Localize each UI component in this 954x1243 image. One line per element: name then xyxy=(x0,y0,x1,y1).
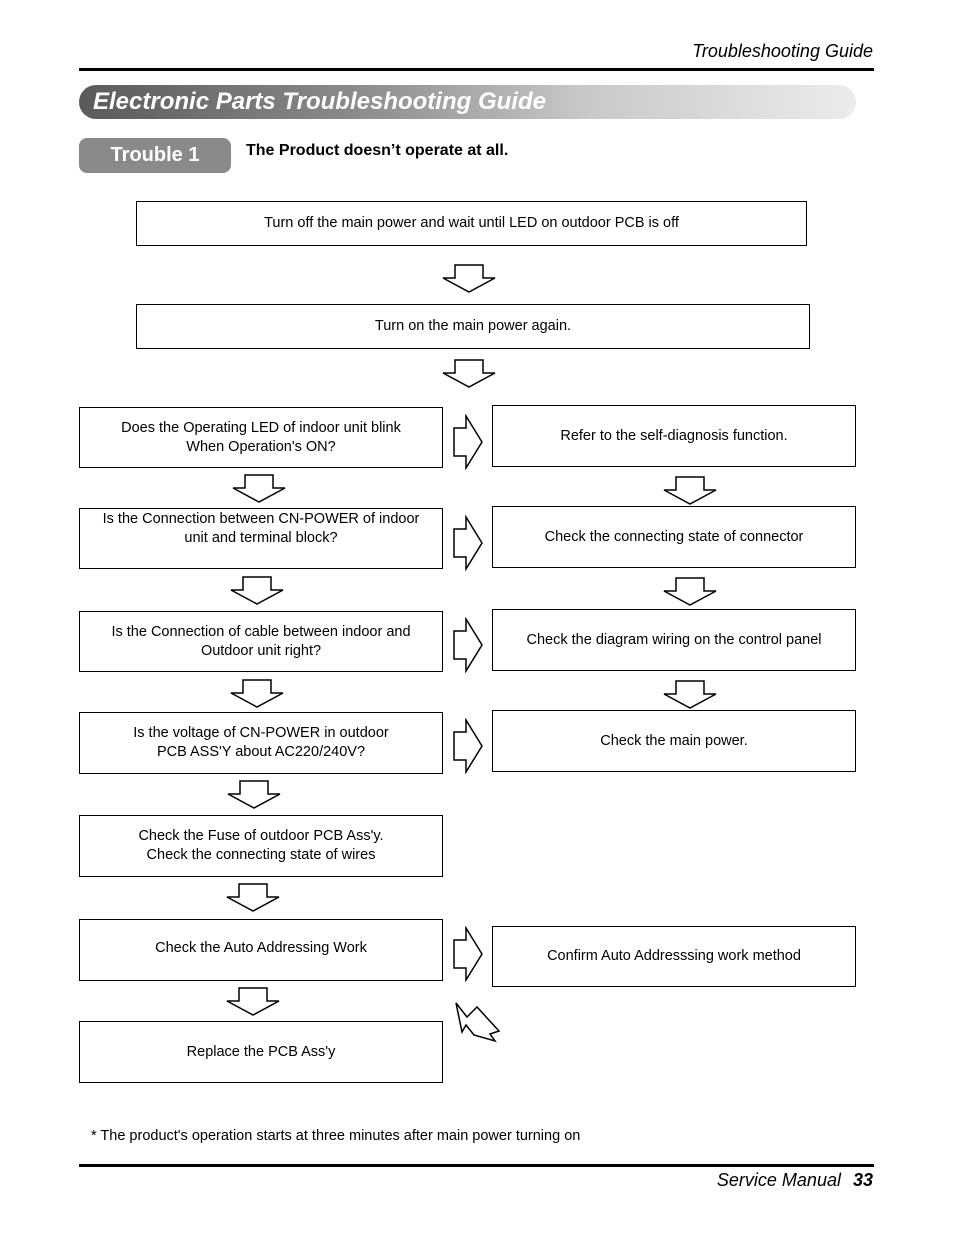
arrow-down-icon xyxy=(442,359,496,388)
step-power-on: Turn on the main power again. xyxy=(136,304,810,349)
section-header-title: Troubleshooting Guide xyxy=(692,41,873,61)
page-footer: Service Manual 33 xyxy=(717,1170,873,1191)
step-text-line: Does the Operating LED of indoor unit bl… xyxy=(121,419,401,436)
step-text: Turn on the main power again. xyxy=(374,318,572,334)
arrow-down-icon xyxy=(663,680,717,709)
step-check-cable-connection: Is the Connection of cable between indoo… xyxy=(79,611,443,672)
step-text-line: Is the Connection of cable between indoo… xyxy=(111,623,411,640)
step-text-line: Is the voltage of CN-POWER in outdoor xyxy=(133,725,389,741)
step-text: Check the connecting state of connector xyxy=(544,528,804,545)
step-check-auto-addressing: Check the Auto Addressing Work xyxy=(79,919,443,981)
arrow-down-icon xyxy=(230,576,284,605)
step-text: Check the diagram wiring on the control … xyxy=(526,631,822,648)
step-text: Confirm Auto Addresssing work method xyxy=(547,948,801,964)
footer-label: Service Manual xyxy=(716,1170,841,1190)
trouble-badge: Trouble 1 xyxy=(79,138,231,173)
footer-divider xyxy=(79,1164,874,1167)
step-replace-pcb: Replace the PCB Ass'y xyxy=(79,1021,443,1083)
header-divider xyxy=(79,68,874,71)
trouble-title: The Product doesn’t operate at all. xyxy=(246,142,509,159)
arrow-down-icon xyxy=(663,577,717,606)
arrow-right-icon xyxy=(453,617,483,673)
arrow-down-icon xyxy=(226,987,280,1016)
step-text: Check the main power. xyxy=(600,732,748,749)
arrow-down-left-icon xyxy=(455,1002,501,1043)
step-check-voltage: Is the voltage of CN-POWER in outdoor PCB… xyxy=(79,712,443,774)
step-text-line: Check the connecting state of wires xyxy=(146,847,376,863)
arrow-right-icon xyxy=(453,926,483,982)
step-check-led-blink: Does the Operating LED of indoor unit bl… xyxy=(79,407,443,468)
step-check-fuse: Check the Fuse of outdoor PCB Ass'y. Chec… xyxy=(79,815,443,877)
arrow-down-icon xyxy=(442,264,496,293)
step-text: Check the Auto Addressing Work xyxy=(155,940,367,956)
step-power-off: Turn off the main power and wait until L… xyxy=(136,201,807,246)
arrow-down-icon xyxy=(230,679,284,708)
step-text-line: Check the Fuse of outdoor PCB Ass'y. xyxy=(138,828,384,844)
arrow-right-icon xyxy=(453,718,483,774)
step-check-connector: Check the connecting state of connector xyxy=(492,506,856,568)
step-check-wiring-diagram: Check the diagram wiring on the control … xyxy=(492,609,856,671)
step-text-line: Outdoor unit right? xyxy=(200,642,322,659)
step-text: Refer to the self-diagnosis function. xyxy=(560,427,788,444)
arrow-down-icon xyxy=(227,780,281,809)
step-text: Turn off the main power and wait until L… xyxy=(264,215,679,231)
step-text-line: When Operation's ON? xyxy=(186,438,336,455)
page-title: Electronic Parts Troubleshooting Guide xyxy=(93,88,546,115)
step-text-line: PCB ASS'Y about AC220/240V? xyxy=(156,744,366,760)
step-self-diagnosis: Refer to the self-diagnosis function. xyxy=(492,405,856,467)
step-text: Replace the PCB Ass'y xyxy=(186,1043,336,1060)
arrow-right-icon xyxy=(453,515,483,571)
footnote: * The product's operation starts at thre… xyxy=(91,1128,581,1144)
step-text-line: unit and terminal block? xyxy=(184,530,338,546)
page-number: 33 xyxy=(852,1170,873,1190)
arrow-down-icon xyxy=(226,883,280,912)
step-text-line: Is the Connection between CN-POWER of in… xyxy=(102,511,420,527)
step-check-main-power: Check the main power. xyxy=(492,710,856,772)
step-check-cn-power-indoor: Is the Connection between CN-POWER of in… xyxy=(79,508,443,569)
arrow-down-icon xyxy=(232,474,286,503)
arrow-right-icon xyxy=(453,414,483,470)
step-confirm-auto-addressing: Confirm Auto Addresssing work method xyxy=(492,926,856,987)
arrow-down-icon xyxy=(663,476,717,505)
